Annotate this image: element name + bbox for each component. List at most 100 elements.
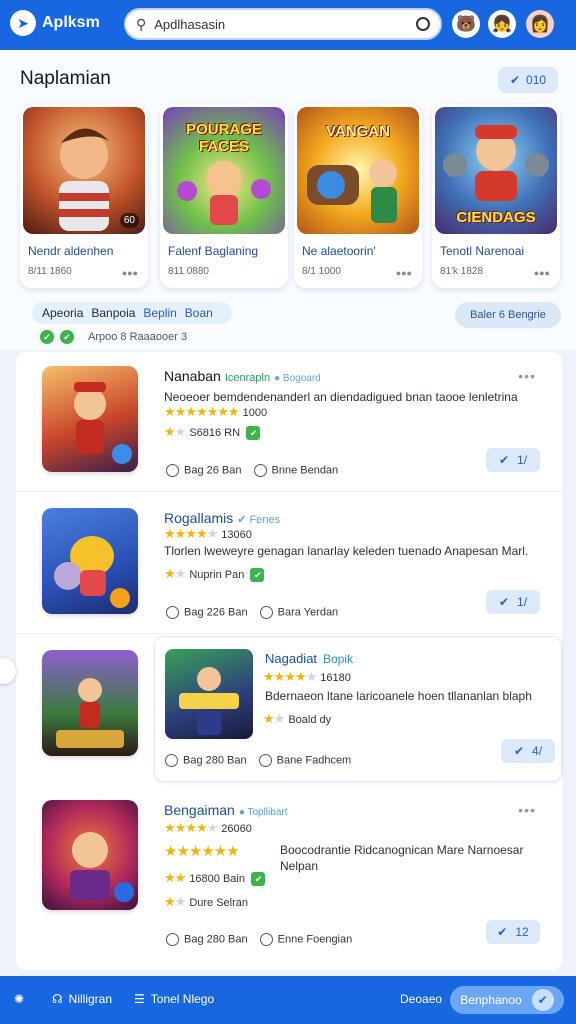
app-title: Rogallamis ✔ Fenes bbox=[164, 510, 281, 526]
primary-action-button[interactable]: Benphanoo ✔ bbox=[450, 986, 564, 1014]
featured-meta: 81'k 1828 bbox=[440, 266, 484, 277]
app-name: Aplksm bbox=[42, 14, 100, 31]
filter-label: Apeoria bbox=[42, 306, 84, 320]
user-icon bbox=[259, 933, 273, 946]
character-illustration-icon bbox=[179, 667, 239, 735]
app-icon bbox=[42, 508, 138, 614]
game-logo-text: VANGAN bbox=[326, 123, 390, 140]
clock-icon bbox=[166, 464, 179, 477]
category-filter[interactable]: Apeoria Banpoia Beplin Boan bbox=[32, 302, 232, 324]
character-illustration-icon bbox=[70, 832, 134, 902]
scroll-handle[interactable] bbox=[0, 658, 16, 684]
install-button[interactable]: ✔ 12 bbox=[486, 920, 540, 944]
app-footer: Bag 226 Ban Bara Yerdan bbox=[166, 606, 338, 619]
bottom-nav-item[interactable]: Deoaeo bbox=[400, 992, 442, 1006]
search-input[interactable] bbox=[154, 16, 416, 32]
sort-button[interactable]: Baler 6 Bengrie bbox=[455, 302, 561, 328]
app-icon bbox=[42, 800, 138, 910]
section-badge[interactable]: ✔ 010 bbox=[498, 67, 558, 93]
verified-icon: ✔ bbox=[250, 567, 265, 582]
search-clear-icon[interactable] bbox=[416, 17, 430, 31]
check-icon: ✔ bbox=[497, 925, 508, 939]
install-button[interactable]: ✔ 4/ bbox=[501, 739, 555, 763]
clock-icon bbox=[166, 606, 179, 619]
top-app-bar: ➤ Aplksm ⚲ 🐻 👧 👩 bbox=[0, 0, 576, 50]
verified-icon: ✔ bbox=[246, 425, 261, 440]
featured-thumbnail: VANGAN bbox=[297, 107, 419, 234]
featured-card[interactable]: VANGAN Ne alaetoorin' 8/1 1000 ●●● bbox=[294, 104, 422, 288]
app-footer: Bag 280 Ban Bane Fadhcem bbox=[165, 754, 351, 767]
list-item[interactable]: Rogallamis ✔ Fenes ★★★★★ 13060 Tlorlen lwe… bbox=[16, 494, 562, 634]
game-logo-text: POURAGE FACES bbox=[186, 121, 262, 155]
app-logo-icon: ➤ bbox=[10, 10, 36, 36]
user-avatar[interactable]: 👩 bbox=[526, 10, 554, 38]
rating-secondary: ★★ Boald dy bbox=[263, 711, 332, 726]
featured-meta: 811 0880 bbox=[168, 266, 209, 277]
app-description: Neoeoer bemdendenanderl an diendadigued … bbox=[164, 390, 518, 404]
rating-secondary: ★★ Nuprin Pan ✔ bbox=[164, 566, 265, 582]
app-title: Bengaiman ● Topllibart bbox=[164, 802, 288, 818]
app-icon bbox=[42, 650, 138, 756]
app-footer: Bag 280 Ban Enne Foengian bbox=[166, 933, 352, 946]
featured-name: Falenf Baglaning bbox=[168, 244, 259, 258]
play-count-badge: 60 bbox=[119, 213, 139, 228]
check-icon: ✔ bbox=[60, 330, 74, 344]
more-options-icon[interactable]: ••• bbox=[518, 802, 536, 818]
character-illustration-icon bbox=[54, 536, 130, 608]
rating-stars: ★★★★★ 16180 bbox=[263, 669, 351, 684]
featured-thumbnail: CIENDAGS bbox=[435, 107, 557, 234]
install-button[interactable]: ✔ 1/ bbox=[486, 590, 540, 614]
featured-name: Nendr aldenhen bbox=[28, 244, 114, 258]
search-icon: ⚲ bbox=[136, 15, 147, 32]
filter-label: Boan bbox=[184, 306, 213, 320]
headset-icon: ☊ bbox=[52, 992, 63, 1006]
user-icon bbox=[259, 606, 273, 619]
featured-card[interactable]: 60 Nendr aldenhen 8/11 1860 ●●● bbox=[20, 104, 148, 288]
rating-stars: ★★★★★★★ 1000 bbox=[164, 404, 268, 419]
rating-stars: ★★★★★ 26060 bbox=[164, 820, 252, 835]
verified-icon: ✔ bbox=[250, 871, 265, 886]
app-icon bbox=[42, 366, 138, 472]
more-options-icon[interactable]: ••• bbox=[518, 368, 536, 384]
app-title: Nanaban Icenrapln ● Bogoard bbox=[164, 368, 321, 384]
check-icon: ✔ bbox=[40, 330, 54, 344]
filter-summary: ✔ ✔ Arpoo 8 Raaaooer 3 bbox=[40, 330, 187, 344]
featured-rating: ●●● bbox=[395, 268, 412, 278]
highlighted-app-card[interactable]: Nagadiat Bopik ★★★★★ 16180 Bdernaeon ltane… bbox=[154, 636, 562, 782]
app-description: Tlorlen lweweyre genagan lanarlay kelede… bbox=[164, 544, 529, 558]
filter-label: Beplin bbox=[143, 306, 177, 320]
rating-stars: ★★★★★ 13060 bbox=[164, 526, 252, 541]
settings-icon[interactable]: ✺ bbox=[14, 992, 24, 1006]
search-bar[interactable]: ⚲ bbox=[124, 8, 442, 40]
install-button[interactable]: ✔ 1/ bbox=[486, 448, 540, 472]
featured-thumbnail: POURAGE FACES bbox=[163, 107, 285, 234]
character-illustration-icon bbox=[74, 382, 132, 464]
bottom-nav-item[interactable]: ☰ Tonel Nlego bbox=[134, 992, 214, 1006]
filter-label: Banpoia bbox=[91, 306, 136, 320]
character-avatar-icon[interactable]: 👧 bbox=[488, 10, 516, 38]
game-logo-text: CIENDAGS bbox=[456, 209, 536, 226]
app-footer: Bag 26 Ban Bnne Bendan bbox=[166, 464, 338, 477]
list-item[interactable]: Nanaban Icenrapln ● Bogoard ••• Neoeoer be… bbox=[16, 352, 562, 492]
list-icon: ☰ bbox=[134, 992, 145, 1006]
check-icon: ✔ bbox=[498, 453, 510, 467]
user-icon bbox=[258, 754, 272, 767]
featured-name: Tenotl Narenoai bbox=[440, 244, 525, 258]
rating-secondary: ★★ S6816 RN ✔ bbox=[164, 424, 261, 440]
featured-card[interactable]: CIENDAGS Tenotl Narenoai 81'k 1828 ●●● bbox=[432, 104, 560, 288]
check-icon: ✔ bbox=[513, 744, 525, 758]
app-brand[interactable]: ➤ Aplksm bbox=[10, 10, 100, 36]
bottom-nav-item[interactable]: ☊ Nilligran bbox=[52, 992, 112, 1006]
mascot-avatar-icon[interactable]: 🐻 bbox=[452, 10, 480, 38]
list-item[interactable]: Bengaiman ● Topllibart ••• ★★★★★ 26060 ★★★… bbox=[16, 786, 562, 966]
rating-tertiary: ★★ Dure Selran bbox=[164, 894, 249, 909]
app-title: Nagadiat Bopik bbox=[265, 651, 354, 666]
clock-icon bbox=[166, 933, 179, 946]
app-description: Boocodrantie Ridcanognican Mare Narnoesa… bbox=[280, 843, 524, 873]
app-icon bbox=[165, 649, 253, 739]
featured-card[interactable]: POURAGE FACES Falenf Baglaning 811 0880 bbox=[160, 104, 288, 288]
check-icon: ✔ bbox=[509, 73, 521, 87]
featured-thumbnail: 60 bbox=[23, 107, 145, 234]
check-icon: ✔ bbox=[531, 989, 554, 1011]
featured-rating: ●●● bbox=[121, 268, 138, 278]
